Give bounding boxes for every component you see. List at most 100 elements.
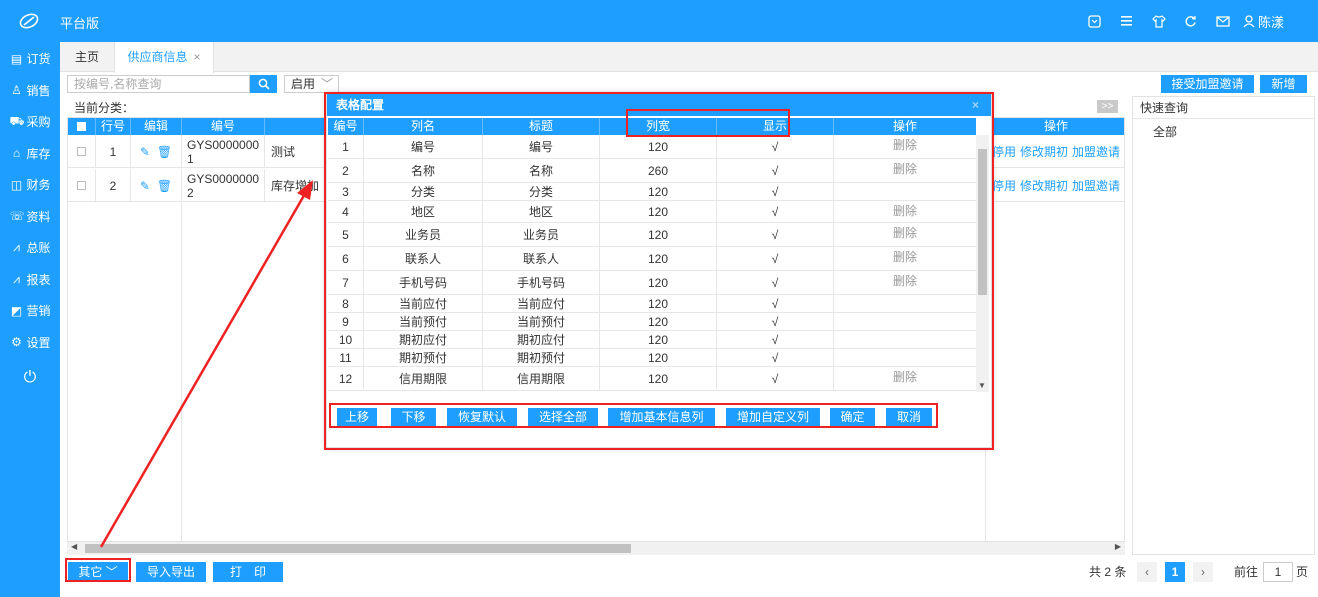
highlight-dialog <box>324 92 994 450</box>
print-button[interactable]: 打 印 <box>213 562 283 582</box>
menu-icon[interactable] <box>1111 0 1143 42</box>
top-bar: 平台版 陈漾 <box>0 0 1318 42</box>
row-checkbox[interactable] <box>77 181 86 190</box>
search-icon <box>258 78 270 90</box>
highlight-dialog-buttons <box>329 403 938 428</box>
page-suffix: 页 <box>1296 565 1309 579</box>
row-no: 2 <box>96 169 131 202</box>
data-icon: ☏ <box>9 209 25 224</box>
category-label: 当前分类： <box>74 101 135 115</box>
brand-label: 平台版 <box>60 16 100 31</box>
sidebar-item-label: 财务 <box>26 178 51 193</box>
sales-icon: ♙ <box>11 83 22 98</box>
quick-query-item-all[interactable]: 全部 <box>1133 123 1314 140</box>
search-input[interactable]: 按编号,名称查询 <box>67 75 250 93</box>
chevron-down-icon: ﹀ <box>320 77 333 91</box>
message-box-icon[interactable] <box>1079 0 1111 42</box>
sidebar-item-marketing[interactable]: ◩ 营销 <box>0 295 60 327</box>
sidebar-item-order[interactable]: ▤ 订货 <box>0 43 60 75</box>
goto-label: 前往 <box>1234 565 1259 579</box>
prev-page-button[interactable]: ‹ <box>1137 562 1157 582</box>
theme-shirt-icon[interactable] <box>1143 0 1175 42</box>
select-all-checkbox[interactable] <box>77 122 86 132</box>
user-icon <box>1243 14 1255 27</box>
tab-supplier-info[interactable]: 供应商信息 × <box>114 42 214 73</box>
power-icon: ⏻ <box>23 368 37 386</box>
scroll-left-icon[interactable]: ◀ <box>71 542 77 551</box>
search-button[interactable] <box>250 75 277 93</box>
sidebar-item-sales[interactable]: ♙ 销售 <box>0 75 60 107</box>
sidebar-item-label: 报表 <box>26 272 51 287</box>
row-name: 库存增加 <box>271 179 320 193</box>
horizontal-scrollbar[interactable]: ◀ ▶ <box>67 541 1125 555</box>
user-menu[interactable]: 陈漾 <box>1243 12 1284 31</box>
refresh-icon[interactable] <box>1175 0 1207 42</box>
sidebar-item-label: 营销 <box>26 304 51 319</box>
scroll-right-icon[interactable]: ▶ <box>1115 542 1121 551</box>
mail-icon[interactable] <box>1207 0 1239 42</box>
chevron-right-icon: › <box>1201 565 1205 579</box>
sidebar-item-purchase[interactable]: ⛟ 采购 <box>0 106 60 138</box>
status-select[interactable]: 启用 ﹀ <box>284 75 339 93</box>
quick-query-title: 快速查询 <box>1133 97 1314 119</box>
scroll-thumb[interactable] <box>85 544 631 553</box>
cart-icon: ⛟ <box>9 113 25 128</box>
status-value: 启用 <box>291 77 316 91</box>
disable-link[interactable]: 停用 <box>992 177 1016 194</box>
header-edit: 编辑 <box>131 118 182 135</box>
finance-icon: ◫ <box>10 177 23 192</box>
delete-trash-icon[interactable]: 🗑 <box>157 179 172 193</box>
edit-opening-link[interactable]: 修改期初 <box>1020 143 1068 160</box>
quick-query-panel: 快速查询 全部 <box>1132 96 1315 555</box>
goto-page-input[interactable]: 1 <box>1263 562 1293 582</box>
expand-button[interactable]: >> <box>1097 100 1118 113</box>
tab-label: 供应商信息 <box>127 50 188 64</box>
header-code: 编号 <box>182 118 265 135</box>
import-export-button[interactable]: 导入导出 <box>136 562 206 582</box>
sidebar: ▤ 订货 ♙ 销售 ⛟ 采购 ⌂ 库存 ◫ 财务 ☏ 资料 ⩘ 总账 ⩘ 报表 ◩ 营销 ⚙ 设置 … <box>0 42 60 597</box>
edit-opening-link[interactable]: 修改期初 <box>1020 177 1068 194</box>
sidebar-item-ledger[interactable]: ⩘ 总账 <box>0 232 60 264</box>
tab-home[interactable]: 主页 <box>65 42 109 72</box>
row-checkbox[interactable] <box>77 147 86 156</box>
current-page[interactable]: 1 <box>1165 562 1185 582</box>
delete-trash-icon[interactable]: 🗑 <box>157 145 172 159</box>
sidebar-item-label: 销售 <box>26 83 51 98</box>
disable-link[interactable]: 停用 <box>992 143 1016 160</box>
invite-link[interactable]: 加盟邀请 <box>1072 143 1120 160</box>
highlight-other-button <box>65 558 131 582</box>
sidebar-item-data[interactable]: ☏ 资料 <box>0 201 60 233</box>
sidebar-item-label: 库存 <box>26 146 51 161</box>
sidebar-item-report[interactable]: ⩘ 报表 <box>0 264 60 296</box>
tab-bar: 主页 供应商信息 × <box>60 42 1318 73</box>
sidebar-item-inventory[interactable]: ⌂ 库存 <box>0 138 60 170</box>
chevron-left-icon: ‹ <box>1145 565 1149 579</box>
user-name: 陈漾 <box>1257 14 1284 30</box>
next-page-button[interactable]: › <box>1193 562 1213 582</box>
pager-total: 共 2 条 <box>1089 565 1127 579</box>
row-code: GYS0000000 1 <box>182 135 265 168</box>
sidebar-item-label: 设置 <box>26 335 51 350</box>
add-new-button[interactable]: 新增 <box>1260 75 1307 93</box>
select-all-header[interactable] <box>68 118 96 135</box>
highlight-width-show-headers <box>626 109 790 137</box>
warehouse-icon: ⌂ <box>12 146 21 161</box>
cloud-logo-icon <box>19 13 39 29</box>
power-button[interactable]: ⏻ <box>0 362 60 394</box>
accept-invite-button[interactable]: 接受加盟邀请 <box>1161 75 1254 93</box>
order-icon: ▤ <box>10 51 23 66</box>
row-no: 1 <box>96 135 131 168</box>
report-icon: ⩘ <box>13 271 20 286</box>
sidebar-item-label: 资料 <box>26 209 51 224</box>
close-icon[interactable]: × <box>194 50 201 64</box>
edit-icon[interactable]: ✎ <box>140 145 150 159</box>
sidebar-item-label: 采购 <box>26 115 51 130</box>
settings-icon: ⚙ <box>11 335 22 350</box>
edit-icon[interactable]: ✎ <box>140 179 150 193</box>
row-code: GYS0000000 2 <box>182 169 265 202</box>
sidebar-item-finance[interactable]: ◫ 财务 <box>0 169 60 201</box>
invite-link[interactable]: 加盟邀请 <box>1072 177 1120 194</box>
sidebar-item-label: 总账 <box>26 241 51 256</box>
header-row-no: 行号 <box>96 118 131 135</box>
sidebar-item-settings[interactable]: ⚙ 设置 <box>0 327 60 359</box>
